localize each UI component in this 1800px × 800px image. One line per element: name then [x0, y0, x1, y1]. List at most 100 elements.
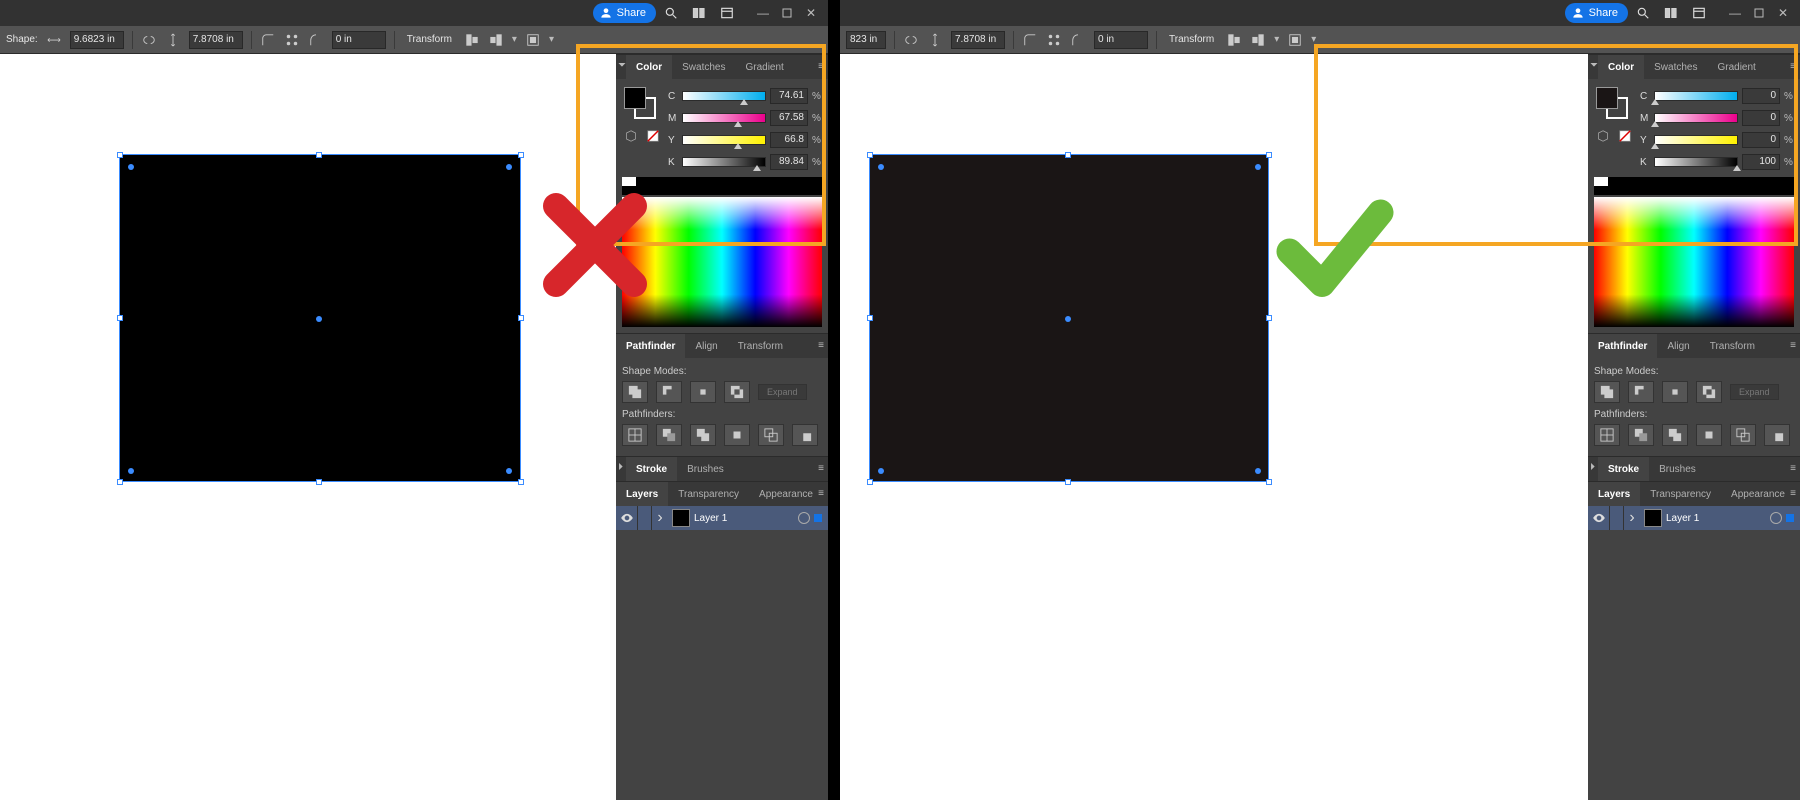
divide-button[interactable]	[622, 424, 648, 446]
visibility-toggle[interactable]	[616, 506, 638, 530]
slider-k[interactable]	[682, 157, 766, 167]
slider-k[interactable]	[1654, 157, 1738, 167]
swatch-strip[interactable]	[622, 177, 822, 195]
selection-handle[interactable]	[867, 315, 873, 321]
none-color-icon[interactable]	[644, 127, 662, 145]
selection-handle[interactable]	[117, 479, 123, 485]
crop-button[interactable]	[1696, 424, 1722, 446]
value-k[interactable]: 100	[1742, 154, 1780, 170]
panel-menu-icon[interactable]: ≡	[818, 463, 824, 474]
intersect-button[interactable]	[690, 381, 716, 403]
tab-pathfinder[interactable]: Pathfinder	[616, 334, 685, 358]
link-wh-icon[interactable]	[903, 32, 919, 48]
merge-button[interactable]	[690, 424, 716, 446]
none-color-icon[interactable]	[1616, 127, 1634, 145]
spectrum-picker[interactable]	[622, 197, 822, 327]
cube-icon[interactable]	[622, 127, 640, 145]
panel-menu-icon[interactable]: ≡	[818, 61, 824, 72]
tab-brushes[interactable]: Brushes	[677, 457, 734, 481]
selection-handle[interactable]	[316, 152, 322, 158]
tab-appearance[interactable]: Appearance	[749, 482, 823, 506]
corner-radius-input[interactable]	[332, 31, 386, 49]
tab-layers[interactable]: Layers	[1588, 482, 1640, 506]
collapse-icon[interactable]: ⏵	[618, 462, 623, 473]
selection-handle[interactable]	[518, 479, 524, 485]
value-y[interactable]: 0	[1742, 132, 1780, 148]
workspace-button[interactable]	[714, 2, 740, 24]
value-k[interactable]: 89.84	[770, 154, 808, 170]
target-icon[interactable]	[1770, 512, 1782, 524]
link-wh-icon[interactable]	[141, 32, 157, 48]
shape-height-input[interactable]	[189, 31, 243, 49]
shape-width-input-trunc[interactable]	[846, 31, 886, 49]
canvas[interactable]	[0, 54, 616, 800]
anchor-point[interactable]	[128, 468, 134, 474]
selection-handle[interactable]	[1266, 152, 1272, 158]
slider-c[interactable]	[1654, 91, 1738, 101]
tab-align[interactable]: Align	[685, 334, 727, 358]
merge-button[interactable]	[1662, 424, 1688, 446]
panel-menu-icon[interactable]: ≡	[1790, 463, 1796, 474]
canvas[interactable]	[840, 54, 1588, 800]
panel-menu-icon[interactable]: ≡	[1790, 488, 1796, 499]
slider-m[interactable]	[1654, 113, 1738, 123]
collapse-icon[interactable]: ⏷	[1590, 60, 1598, 71]
selection-handle[interactable]	[867, 152, 873, 158]
panel-menu-icon[interactable]: ≡	[818, 488, 824, 499]
tab-transparency[interactable]: Transparency	[1640, 482, 1721, 506]
expand-layer-icon[interactable]: ›	[1624, 509, 1640, 527]
arrange-docs-button[interactable]	[1658, 2, 1684, 24]
panel-menu-icon[interactable]: ≡	[818, 340, 824, 351]
layer-row[interactable]: › Layer 1	[616, 506, 828, 530]
tab-swatches[interactable]: Swatches	[672, 55, 735, 79]
minus-back-button[interactable]	[792, 424, 818, 446]
anchor-point[interactable]	[506, 468, 512, 474]
crop-button[interactable]	[724, 424, 750, 446]
isolate-button[interactable]	[1287, 32, 1303, 48]
tab-gradient[interactable]: Gradient	[735, 55, 793, 79]
shape-width-input[interactable]	[70, 31, 124, 49]
window-close-button[interactable]: ✕	[1772, 3, 1794, 23]
corner-link-icon[interactable]	[284, 32, 300, 48]
minus-front-button[interactable]	[656, 381, 682, 403]
trim-button[interactable]	[656, 424, 682, 446]
window-minimize-button[interactable]: —	[752, 3, 774, 23]
slider-m[interactable]	[682, 113, 766, 123]
fill-swatch[interactable]	[1596, 87, 1618, 109]
slider-c[interactable]	[682, 91, 766, 101]
minus-front-button[interactable]	[1628, 381, 1654, 403]
tab-pathfinder[interactable]: Pathfinder	[1588, 334, 1657, 358]
tab-swatches[interactable]: Swatches	[1644, 55, 1707, 79]
selection-handle[interactable]	[117, 152, 123, 158]
tab-color[interactable]: Color	[626, 55, 672, 79]
isolate-button[interactable]	[525, 32, 541, 48]
corner-type-icon[interactable]	[1022, 32, 1038, 48]
anchor-point[interactable]	[506, 164, 512, 170]
anchor-point[interactable]	[128, 164, 134, 170]
align-button-1[interactable]	[464, 32, 480, 48]
unite-button[interactable]	[1594, 381, 1620, 403]
align-button-2[interactable]	[1250, 32, 1266, 48]
value-c[interactable]: 0	[1742, 88, 1780, 104]
slider-y[interactable]	[682, 135, 766, 145]
visibility-toggle[interactable]	[1588, 506, 1610, 530]
shape-height-input[interactable]	[951, 31, 1005, 49]
selection-handle[interactable]	[867, 479, 873, 485]
corner-link-icon[interactable]	[1046, 32, 1062, 48]
share-button[interactable]: Share	[1565, 3, 1628, 23]
window-maximize-button[interactable]	[776, 3, 798, 23]
target-icon[interactable]	[798, 512, 810, 524]
align-button-1[interactable]	[1226, 32, 1242, 48]
tab-transform[interactable]: Transform	[1700, 334, 1765, 358]
unite-button[interactable]	[622, 381, 648, 403]
anchor-point[interactable]	[878, 164, 884, 170]
expand-layer-icon[interactable]: ›	[652, 509, 668, 527]
window-maximize-button[interactable]	[1748, 3, 1770, 23]
value-y[interactable]: 66.8	[770, 132, 808, 148]
tab-gradient[interactable]: Gradient	[1707, 55, 1765, 79]
collapse-icon[interactable]: ⏷	[618, 60, 626, 71]
tab-stroke[interactable]: Stroke	[1598, 457, 1649, 481]
selection-handle[interactable]	[117, 315, 123, 321]
tab-transparency[interactable]: Transparency	[668, 482, 749, 506]
value-m[interactable]: 0	[1742, 110, 1780, 126]
